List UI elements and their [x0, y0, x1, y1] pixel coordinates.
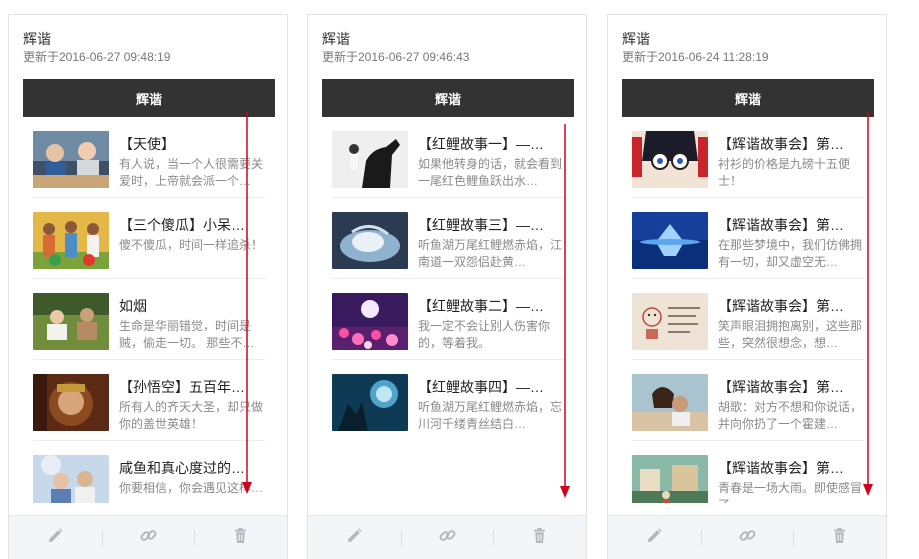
copy-link-button[interactable]: [101, 516, 195, 559]
link-icon: [439, 527, 456, 549]
article-title: 【辉谐故事会】第…: [718, 298, 844, 314]
article-title: 【天使】: [119, 136, 175, 152]
list-item[interactable]: 咸鱼和真心度过的… 你要相信，你会遇见这样…: [33, 441, 265, 503]
article-description: 听鱼湖万尾红鲤燃赤焰，忘川河千缕青丝结白…: [418, 400, 562, 431]
pencil-icon: [346, 527, 363, 549]
article-thumbnail: [632, 212, 708, 269]
card-updated-time: 更新于2016-06-24 11:28:19: [622, 50, 769, 64]
article-title: 【辉谐故事会】第…: [718, 217, 844, 233]
link-icon: [739, 527, 756, 549]
article-description: 衬衫的价格是九磅十五便士！: [718, 157, 851, 188]
article-description: 笑声眼泪拥抱离别，这些那些，突然很想念，想…: [718, 319, 862, 350]
article-description: 所有人的齐天大圣，却只做你的盖世英雄！: [119, 400, 263, 431]
article-thumbnail: [632, 131, 708, 188]
article-thumbnail: [33, 455, 109, 503]
card-title: 辉谐: [622, 31, 650, 47]
cover-article-bar[interactable]: 辉谐: [622, 79, 874, 117]
edit-button[interactable]: [9, 516, 102, 559]
list-item[interactable]: 【红鲤故事四】—… 听鱼湖万尾红鲤燃赤焰，忘川河千缕青丝结白…: [332, 360, 564, 441]
article-title: 如烟: [119, 298, 147, 314]
article-description: 在那些梦境中，我们仿佛拥有一切，却又虚空无…: [718, 238, 862, 269]
pencil-icon: [646, 527, 663, 549]
article-description: 我一定不会让别人伤害你的，等着我。: [418, 319, 551, 350]
article-thumbnail: [332, 293, 408, 350]
article-thumbnail: [33, 374, 109, 431]
list-item[interactable]: 【红鲤故事三】—… 听鱼湖万尾红鲤燃赤焰，江南道一双怨侣赴黄…: [332, 198, 564, 279]
article-description: 如果他转身的话，就会看到一尾红色鲤鱼跃出水…: [418, 157, 562, 188]
article-group-card-2: 辉谐 更新于2016-06-27 09:46:43 辉谐 【红鲤故事一】—… 如…: [307, 14, 587, 559]
article-title: 【红鲤故事二】—…: [418, 298, 544, 314]
list-item[interactable]: 【天使】 有人说，当一个人很需要关爱时，上帝就会派一个…: [33, 117, 265, 198]
card-action-bar: [608, 515, 886, 559]
article-thumbnail: [332, 212, 408, 269]
article-thumbnail: [632, 455, 708, 503]
article-title: 【辉谐故事会】第…: [718, 379, 844, 395]
article-description: 胡歌：对方不想和你说话，并向你扔了一个霍建…: [718, 400, 862, 431]
card-title: 辉谐: [322, 31, 350, 47]
article-thumbnail: [332, 131, 408, 188]
card-updated-time: 更新于2016-06-27 09:48:19: [23, 50, 171, 64]
list-item[interactable]: 【辉谐故事会】第… 在那些梦境中，我们仿佛拥有一切，却又虚空无…: [632, 198, 864, 279]
article-group-card-1: 辉谐 更新于2016-06-27 09:48:19 辉谐 【天使】 有人说，当一…: [8, 14, 288, 559]
card-title: 辉谐: [23, 31, 51, 47]
list-item[interactable]: 如烟 生命是华丽错觉，时间是贼，偷走一切。 那些不…: [33, 279, 265, 360]
delete-button[interactable]: [793, 516, 886, 559]
cover-article-bar[interactable]: 辉谐: [23, 79, 275, 117]
edit-button[interactable]: [308, 516, 401, 559]
edit-button[interactable]: [608, 516, 701, 559]
article-title: 【孙悟空】五百年…: [119, 379, 245, 395]
article-title: 【红鲤故事四】—…: [418, 379, 544, 395]
list-item[interactable]: 【三个傻瓜】小呆… 傻不傻瓜，时间一样追杀！: [33, 198, 265, 279]
article-thumbnail: [332, 374, 408, 431]
trash-icon: [831, 527, 848, 549]
article-title: 【红鲤故事三】—…: [418, 217, 544, 233]
article-description: 有人说，当一个人很需要关爱时，上帝就会派一个…: [119, 157, 263, 188]
pencil-icon: [47, 527, 64, 549]
article-title: 【红鲤故事一】—…: [418, 136, 544, 152]
list-item[interactable]: 【红鲤故事一】—… 如果他转身的话，就会看到一尾红色鲤鱼跃出水…: [332, 117, 564, 198]
trash-icon: [232, 527, 249, 549]
copy-link-button[interactable]: [400, 516, 494, 559]
delete-button[interactable]: [194, 516, 287, 559]
card-action-bar: [9, 515, 287, 559]
article-description: 傻不傻瓜，时间一样追杀！: [119, 238, 263, 252]
list-item[interactable]: 【孙悟空】五百年… 所有人的齐天大圣，却只做你的盖世英雄！: [33, 360, 265, 441]
list-item[interactable]: 【红鲤故事二】—… 我一定不会让别人伤害你的，等着我。: [332, 279, 564, 360]
link-icon: [140, 527, 157, 549]
article-title: 【辉谐故事会】第…: [718, 460, 844, 476]
cover-article-bar[interactable]: 辉谐: [322, 79, 574, 117]
card-updated-time: 更新于2016-06-27 09:46:43: [322, 50, 470, 64]
article-title: 【三个傻瓜】小呆…: [119, 217, 245, 233]
list-item[interactable]: 【辉谐故事会】第… 青春是一场大雨。即使感冒了…: [632, 441, 864, 503]
trash-icon: [531, 527, 548, 549]
delete-button[interactable]: [493, 516, 586, 559]
article-description: 青春是一场大雨。即使感冒了…: [718, 481, 862, 503]
list-item[interactable]: 【辉谐故事会】第… 笑声眼泪拥抱离别，这些那些，突然很想念，想…: [632, 279, 864, 360]
article-thumbnail: [33, 212, 109, 269]
article-description: 听鱼湖万尾红鲤燃赤焰，江南道一双怨侣赴黄…: [418, 238, 562, 269]
article-description: 生命是华丽错觉，时间是贼，偷走一切。 那些不…: [119, 319, 255, 350]
article-list: 【辉谐故事会】第… 衬衫的价格是九磅十五便士！ 【辉谐故事会】第… 在那些梦境中…: [622, 117, 874, 503]
article-title: 【辉谐故事会】第…: [718, 136, 844, 152]
card-action-bar: [308, 515, 586, 559]
article-thumbnail: [33, 293, 109, 350]
list-item[interactable]: 【辉谐故事会】第… 衬衫的价格是九磅十五便士！: [632, 117, 864, 198]
article-thumbnail: [632, 293, 708, 350]
article-list: 【红鲤故事一】—… 如果他转身的话，就会看到一尾红色鲤鱼跃出水… 【红鲤故事三】…: [322, 117, 574, 503]
list-item[interactable]: 【辉谐故事会】第… 胡歌：对方不想和你说话，并向你扔了一个霍建…: [632, 360, 864, 441]
article-description: 你要相信，你会遇见这样…: [119, 481, 263, 495]
article-thumbnail: [33, 131, 109, 188]
article-thumbnail: [632, 374, 708, 431]
article-title: 咸鱼和真心度过的…: [119, 460, 245, 476]
article-list: 【天使】 有人说，当一个人很需要关爱时，上帝就会派一个… 【三个傻瓜】小呆… 傻…: [23, 117, 275, 503]
article-group-card-3: 辉谐 更新于2016-06-24 11:28:19 辉谐 【辉谐故事会】第… 衬…: [607, 14, 887, 559]
copy-link-button[interactable]: [700, 516, 794, 559]
